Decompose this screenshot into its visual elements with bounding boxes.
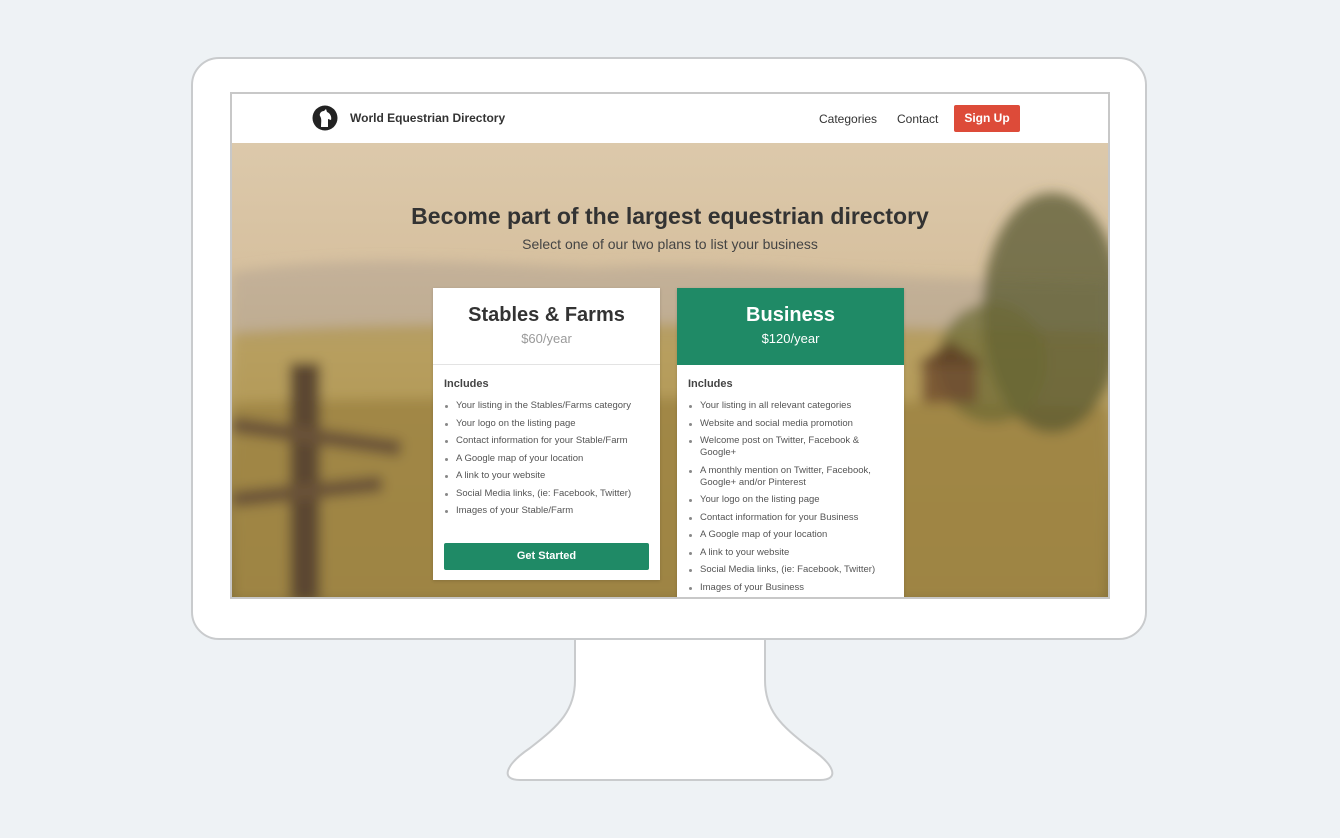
feature-item: A Google map of your location <box>689 529 904 541</box>
feature-item: Images of your Business <box>689 582 904 594</box>
nav-categories-link[interactable]: Categories <box>819 112 877 126</box>
brand-name[interactable]: World Equestrian Directory <box>350 111 505 125</box>
feature-item: A link to your website <box>445 470 660 482</box>
plan-price: $60/year <box>521 331 572 346</box>
nav-contact-link[interactable]: Contact <box>897 112 938 126</box>
hero-headline: Become part of the largest equestrian di… <box>411 203 929 229</box>
feature-item: Your listing in the Stables/Farms catego… <box>445 400 660 412</box>
plan-card-header: Business $120/year <box>677 288 904 365</box>
plan-price: $120/year <box>761 331 820 346</box>
includes-label: Includes <box>688 378 733 390</box>
plan-name: Business <box>746 304 835 326</box>
feature-item: A link to your website <box>689 547 904 559</box>
feature-item: Social Media links, (ie: Facebook, Twitt… <box>445 488 660 500</box>
feature-item: Your logo on the listing page <box>445 418 660 430</box>
feature-item: A Google map of your location <box>445 453 660 465</box>
hero-subhead: Select one of our two plans to list your… <box>522 236 818 252</box>
feature-item: Your listing in all relevant categories <box>689 400 904 412</box>
hero-section: Become part of the largest equestrian di… <box>232 143 1108 597</box>
feature-list: Your listing in the Stables/Farms catego… <box>433 400 660 517</box>
plan-name: Stables & Farms <box>468 304 625 326</box>
feature-item: Website and social media promotion <box>689 418 904 430</box>
plan-card-stables-farms: Stables & Farms $60/year Includes Your l… <box>433 288 660 580</box>
feature-item: Contact information for your Stable/Farm <box>445 435 660 447</box>
feature-item: A monthly mention on Twitter, Facebook, … <box>689 465 904 489</box>
feature-list: Your listing in all relevant categories … <box>677 400 904 594</box>
feature-item: Welcome post on Twitter, Facebook & Goog… <box>689 435 904 459</box>
feature-item: Your logo on the listing page <box>689 494 904 506</box>
monitor-stand <box>506 640 834 781</box>
screen: World Equestrian Directory Categories Co… <box>230 92 1110 599</box>
feature-item: Social Media links, (ie: Facebook, Twitt… <box>689 564 904 576</box>
feature-item: Contact information for your Business <box>689 512 904 524</box>
plan-card-business: Business $120/year Includes Your listing… <box>677 288 904 597</box>
includes-label: Includes <box>444 378 489 390</box>
sign-up-button[interactable]: Sign Up <box>954 105 1020 132</box>
horse-logo-icon[interactable] <box>312 105 338 131</box>
get-started-button[interactable]: Get Started <box>444 543 649 570</box>
feature-item: Images of your Stable/Farm <box>445 505 660 517</box>
plan-card-header: Stables & Farms $60/year <box>433 288 660 365</box>
top-nav: World Equestrian Directory Categories Co… <box>232 94 1108 143</box>
